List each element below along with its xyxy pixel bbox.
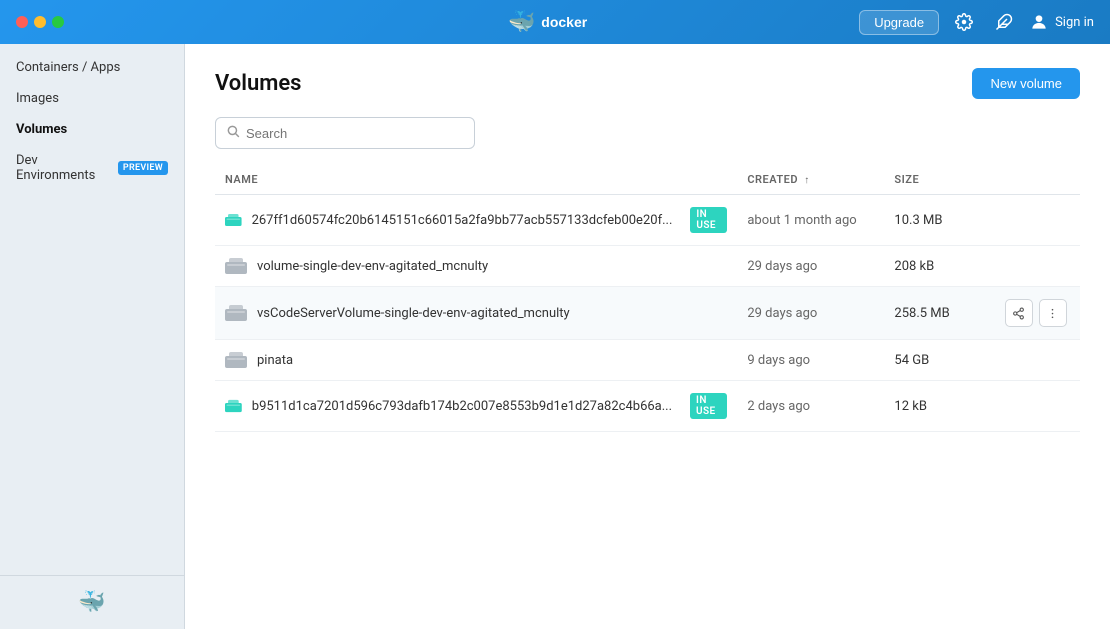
col-header-name: NAME (215, 167, 737, 195)
table-row[interactable]: b9511d1ca7201d596c793dafb174b2c007e8553b… (215, 381, 1080, 432)
window-controls (16, 16, 64, 28)
size-cell: 12 kB (884, 381, 994, 432)
volume-name: volume-single-dev-env-agitated_mcnulty (257, 259, 488, 274)
sidebar-bottom: 🐳 (0, 575, 184, 629)
main-layout: Containers / Apps Images Volumes Dev Env… (0, 44, 1110, 629)
docker-whale-icon: 🐳 (78, 590, 105, 615)
name-cell: 267ff1d60574fc20b6145151c66015a2fa9bb77a… (215, 195, 737, 246)
maximize-button[interactable] (52, 16, 64, 28)
created-cell: 2 days ago (737, 381, 884, 432)
content-area: Volumes New volume NAME CREATED ↑ (185, 44, 1110, 629)
puzzle-icon (995, 13, 1013, 31)
sidebar-item-images[interactable]: Images (0, 83, 184, 114)
size-text: 208 kB (894, 259, 934, 274)
search-input[interactable] (246, 126, 464, 141)
svg-text:docker: docker (542, 14, 588, 30)
name-cell: pinata (215, 340, 737, 381)
signin-label: Sign in (1055, 15, 1094, 30)
created-text: 29 days ago (747, 306, 817, 321)
signin-area[interactable]: Sign in (1029, 12, 1094, 32)
actions-cell (995, 340, 1080, 381)
settings-button[interactable] (949, 7, 979, 37)
volume-name: 267ff1d60574fc20b6145151c66015a2fa9bb77a… (252, 213, 673, 228)
volumes-table: NAME CREATED ↑ SIZE (215, 167, 1080, 432)
size-cell: 258.5 MB (884, 287, 994, 340)
sidebar-nav: Containers / Apps Images Volumes Dev Env… (0, 52, 184, 575)
table-row[interactable]: pinata 9 days ago 54 GB (215, 340, 1080, 381)
preview-badge: PREVIEW (118, 161, 168, 175)
new-volume-button[interactable]: New volume (972, 68, 1080, 99)
volume-icon (225, 258, 247, 274)
actions-cell (995, 246, 1080, 287)
sidebar-item-containers-label: Containers / Apps (16, 60, 120, 75)
size-cell: 54 GB (884, 340, 994, 381)
volume-icon (225, 398, 242, 414)
in-use-badge: IN USE (690, 207, 727, 233)
sidebar-item-dev-environments[interactable]: Dev Environments PREVIEW (0, 145, 184, 191)
in-use-badge: IN USE (690, 393, 727, 419)
volume-icon (225, 305, 247, 321)
created-text: 2 days ago (747, 399, 810, 414)
volume-name: pinata (257, 353, 293, 368)
name-cell: volume-single-dev-env-agitated_mcnulty (215, 246, 737, 287)
col-header-created[interactable]: CREATED ↑ (737, 167, 884, 195)
sidebar-item-containers[interactable]: Containers / Apps (0, 52, 184, 83)
size-cell: 10.3 MB (884, 195, 994, 246)
volume-icon (225, 352, 247, 368)
created-cell: 9 days ago (737, 340, 884, 381)
size-text: 258.5 MB (894, 306, 949, 321)
docker-wordmark: docker (542, 13, 602, 31)
created-cell: 29 days ago (737, 287, 884, 340)
gear-icon (955, 13, 973, 31)
sidebar-item-images-label: Images (16, 91, 59, 106)
more-options-button[interactable] (1039, 299, 1067, 327)
extensions-button[interactable] (989, 7, 1019, 37)
minimize-button[interactable] (34, 16, 46, 28)
name-cell: vsCodeServerVolume-single-dev-env-agitat… (215, 287, 737, 340)
search-bar (215, 117, 475, 149)
created-text: 9 days ago (747, 353, 810, 368)
created-text: 29 days ago (747, 259, 817, 274)
user-icon (1029, 12, 1049, 32)
volume-name: b9511d1ca7201d596c793dafb174b2c007e8553b… (252, 399, 672, 414)
sidebar-item-volumes-label: Volumes (16, 122, 67, 137)
titlebar-center: 🐳 docker (508, 10, 601, 35)
row-actions (1005, 299, 1070, 327)
created-cell: about 1 month ago (737, 195, 884, 246)
actions-cell (995, 381, 1080, 432)
col-header-actions (995, 167, 1080, 195)
name-cell: b9511d1ca7201d596c793dafb174b2c007e8553b… (215, 381, 737, 432)
size-text: 10.3 MB (894, 213, 942, 228)
close-button[interactable] (16, 16, 28, 28)
share-button[interactable] (1005, 299, 1033, 327)
docker-logo-icon: 🐳 (508, 10, 535, 35)
traffic-lights (16, 16, 64, 28)
sidebar: Containers / Apps Images Volumes Dev Env… (0, 44, 185, 629)
size-text: 54 GB (894, 353, 929, 368)
actions-cell (995, 287, 1080, 340)
actions-cell (995, 195, 1080, 246)
search-icon (226, 124, 240, 142)
sidebar-item-volumes[interactable]: Volumes (0, 114, 184, 145)
upgrade-button[interactable]: Upgrade (859, 10, 939, 35)
sort-arrow: ↑ (804, 175, 810, 186)
table-row[interactable]: vsCodeServerVolume-single-dev-env-agitat… (215, 287, 1080, 340)
volume-name: vsCodeServerVolume-single-dev-env-agitat… (257, 306, 570, 321)
created-text: about 1 month ago (747, 213, 856, 228)
volume-icon (225, 212, 242, 228)
col-header-size: SIZE (884, 167, 994, 195)
size-cell: 208 kB (884, 246, 994, 287)
content-header: Volumes New volume (215, 68, 1080, 99)
table-row[interactable]: 267ff1d60574fc20b6145151c66015a2fa9bb77a… (215, 195, 1080, 246)
sidebar-item-dev-env-label: Dev Environments (16, 153, 112, 183)
page-title: Volumes (215, 71, 302, 96)
titlebar-actions: Upgrade Sign in (859, 7, 1094, 37)
table-row[interactable]: volume-single-dev-env-agitated_mcnulty 2… (215, 246, 1080, 287)
created-cell: 29 days ago (737, 246, 884, 287)
size-text: 12 kB (894, 399, 927, 414)
titlebar: 🐳 docker Upgrade Sign in (0, 0, 1110, 44)
